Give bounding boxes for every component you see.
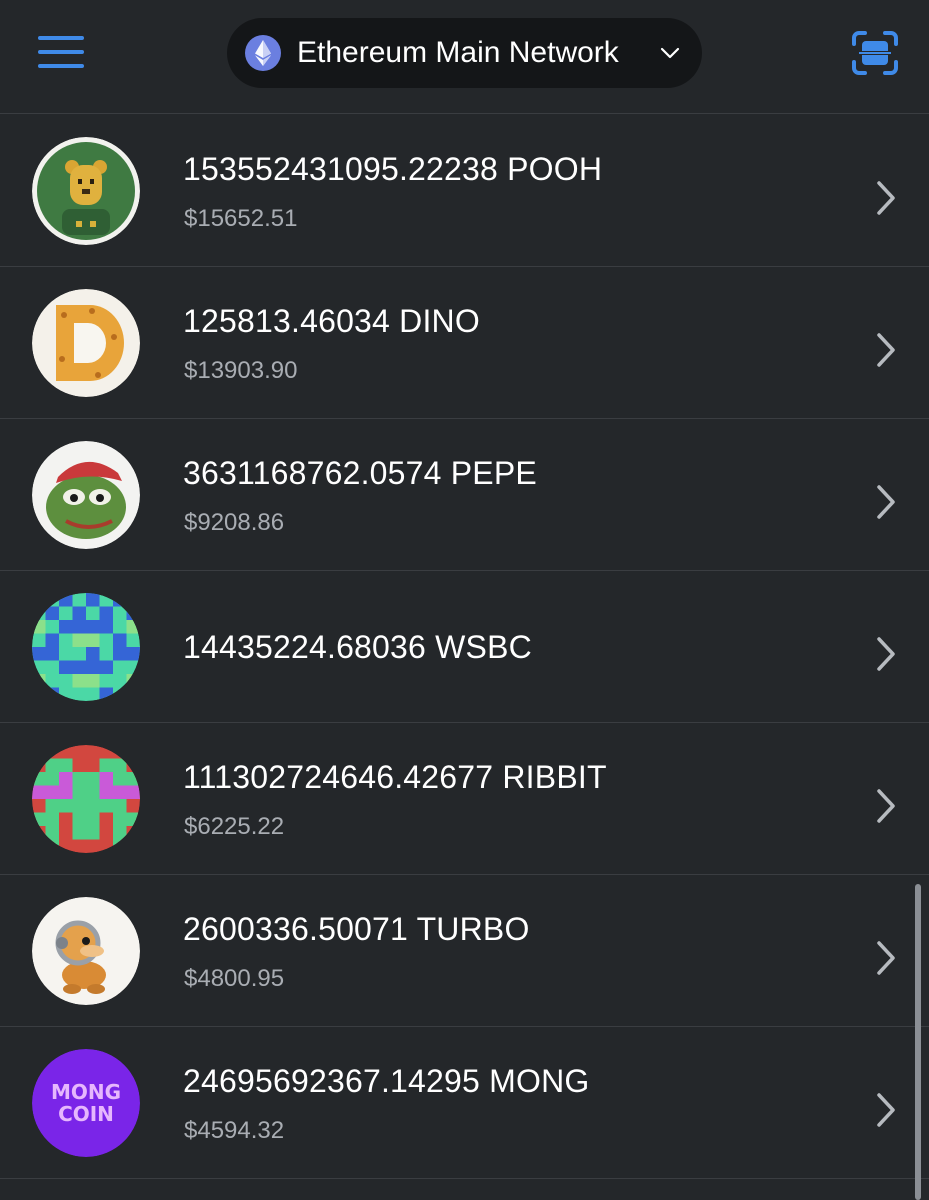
chevron-right-icon	[877, 333, 895, 367]
ribbit-token-icon	[32, 745, 140, 853]
turbo-token-icon	[32, 897, 140, 1005]
scrollbar[interactable]	[915, 884, 921, 1200]
token-amount: 2600336.50071 TURBO	[183, 911, 530, 947]
dino-token-icon	[32, 289, 140, 397]
pepe-token-icon	[32, 441, 140, 549]
token-amount: 14435224.68036 WSBC	[183, 629, 532, 665]
token-amount: 153552431095.22238 POOH	[183, 151, 603, 187]
chevron-right-icon	[877, 1093, 895, 1127]
chevron-right-icon	[877, 637, 895, 671]
chevron-right-icon	[877, 485, 895, 519]
token-amount: 111302724646.42677 RIBBIT	[183, 759, 607, 795]
pooh-token-icon	[32, 137, 140, 245]
token-fiat-value: $6225.22	[184, 813, 285, 840]
token-row[interactable]: 153552431095.22238 POOH $15652.51	[0, 115, 929, 267]
chevron-right-icon	[877, 181, 895, 215]
token-fiat-value: $13903.90	[184, 357, 298, 384]
token-fiat-value: $9208.86	[184, 509, 285, 536]
token-row[interactable]: 3631168762.0574 PEPE $9208.86	[0, 419, 929, 571]
token-row[interactable]: MONG COIN 24695692367.14295 MONG $4594.3…	[0, 1027, 929, 1179]
wsbc-token-icon	[32, 593, 140, 701]
token-list: 153552431095.22238 POOH $15652.51 125813…	[0, 115, 929, 1179]
token-row[interactable]: 111302724646.42677 RIBBIT $6225.22	[0, 723, 929, 875]
token-fiat-value: $4594.32	[184, 1117, 285, 1144]
wallet-screen: Ethereum Main Network 153552431095.22238…	[0, 0, 929, 1200]
token-amount: 24695692367.14295 MONG	[183, 1063, 590, 1099]
token-row[interactable]: 14435224.68036 WSBC	[0, 571, 929, 723]
token-fiat-value: $4800.95	[184, 965, 285, 992]
network-selector[interactable]: Ethereum Main Network	[227, 18, 702, 88]
chevron-right-icon	[877, 941, 895, 975]
hamburger-menu-icon[interactable]	[38, 36, 86, 70]
ethereum-icon	[245, 35, 281, 71]
qr-scan-icon[interactable]	[851, 30, 899, 76]
token-fiat-value: $15652.51	[184, 205, 298, 232]
network-name: Ethereum Main Network	[297, 36, 619, 69]
token-amount: 125813.46034 DINO	[183, 303, 480, 339]
token-row[interactable]: 125813.46034 DINO $13903.90	[0, 267, 929, 419]
chevron-right-icon	[877, 789, 895, 823]
app-header: Ethereum Main Network	[0, 0, 929, 114]
mong-token-icon: MONG COIN	[32, 1049, 140, 1157]
token-amount: 3631168762.0574 PEPE	[183, 455, 537, 491]
svg-text:COIN: COIN	[58, 1102, 114, 1126]
token-row[interactable]: 2600336.50071 TURBO $4800.95	[0, 875, 929, 1027]
svg-text:MONG: MONG	[51, 1080, 121, 1104]
chevron-down-icon	[660, 47, 680, 59]
